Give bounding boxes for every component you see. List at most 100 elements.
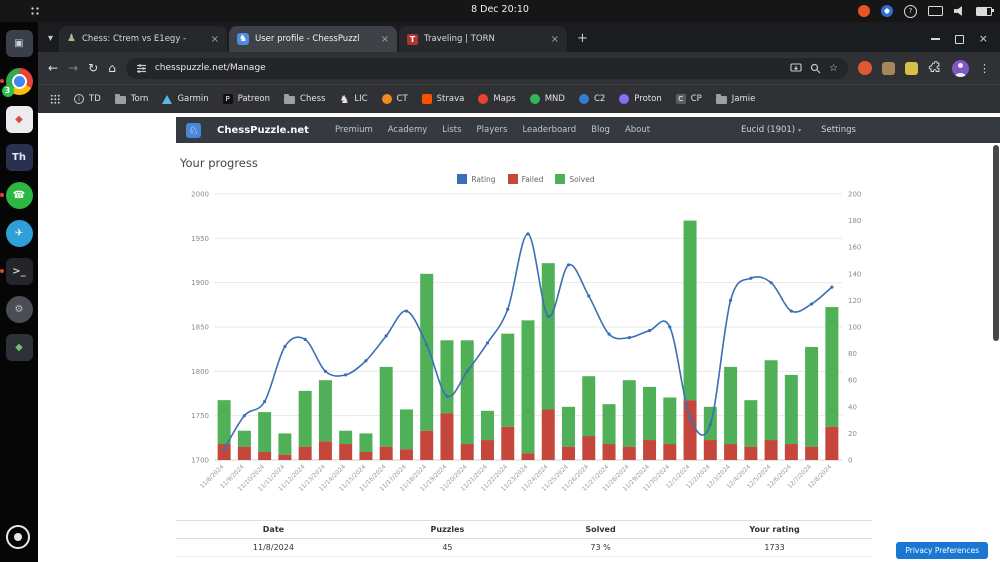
maximize-button[interactable] — [954, 34, 964, 44]
extension-app[interactable]: ◆ — [5, 106, 33, 133]
system-clock[interactable]: 8 Dec 20:10 — [471, 4, 529, 15]
svg-text:0: 0 — [848, 457, 852, 465]
table-header-row: Date Puzzles Solved Your rating — [176, 520, 872, 539]
site-logo-icon[interactable]: ♘ — [186, 122, 201, 138]
profile-avatar[interactable] — [952, 59, 969, 77]
nav-item-academy[interactable]: Academy — [388, 125, 427, 135]
nav-item-lists[interactable]: Lists — [442, 125, 461, 135]
whatsapp-app[interactable]: ☎ — [0, 182, 33, 209]
tray-blue-icon[interactable] — [881, 5, 893, 17]
scrollbar-thumb[interactable] — [993, 145, 999, 341]
new-tab-button[interactable]: + — [577, 31, 588, 46]
show-apps-icon — [5, 525, 30, 549]
tab-close-icon[interactable]: × — [381, 34, 389, 45]
back-icon[interactable]: ← — [48, 61, 58, 75]
bookmark-ct[interactable]: CT — [381, 94, 408, 104]
chrome-browser[interactable]: 3 — [0, 68, 33, 97]
nav-item-leaderboard[interactable]: Leaderboard — [522, 125, 576, 135]
forward-icon[interactable]: → — [68, 61, 78, 75]
address-bar[interactable]: chesspuzzle.net/Manage ☆ — [125, 57, 848, 79]
browser-menu-icon[interactable]: ⋮ — [979, 62, 990, 75]
nav-item-blog[interactable]: Blog — [591, 125, 610, 135]
info-icon: i — [74, 94, 84, 104]
chart-canvas: 1700 1750 1800 1850 1900 1950 2000 0 20 40 60 80 100… — [191, 191, 861, 493]
bookmark-td[interactable]: i TD — [74, 94, 101, 104]
browser-tab[interactable]: ♟ Chess: Ctrem vs E1egy - × — [59, 26, 228, 52]
bookmark-torn[interactable]: Torn — [114, 94, 148, 104]
running-indicator — [0, 269, 4, 273]
browser-tab[interactable]: ♞ User profile - ChessPuzzl × — [229, 26, 398, 52]
software-center-app[interactable]: ◆ — [5, 334, 33, 361]
bookmark-c2[interactable]: C2 — [578, 94, 605, 104]
tab-search-icon[interactable]: ▾ — [48, 33, 53, 44]
ddg-extension-icon[interactable] — [858, 61, 872, 75]
browser-window: ▾ ♟ Chess: Ctrem vs E1egy - × ♞ User profile… — [38, 22, 1000, 562]
show-apps[interactable] — [5, 525, 33, 552]
browser-tab[interactable]: T Traveling | TORN × — [399, 26, 568, 52]
user-menu[interactable]: Eucid (1901) ▾ — [741, 125, 801, 135]
battery-icon[interactable] — [976, 6, 994, 16]
svg-text:1800: 1800 — [191, 368, 209, 376]
privacy-preferences-button[interactable]: Privacy Preferences — [896, 542, 988, 559]
bookmark-maps[interactable]: Maps — [478, 94, 516, 104]
patreon-icon: P — [222, 94, 233, 104]
install-icon[interactable] — [790, 62, 802, 74]
close-window-button[interactable]: × — [979, 33, 988, 44]
tab-close-icon[interactable]: × — [211, 34, 219, 45]
nav-item-premium[interactable]: Premium — [335, 125, 373, 135]
nav-item-about[interactable]: About — [625, 125, 650, 135]
system-top-bar: 8 Dec 20:10 ? — [0, 0, 1000, 22]
site-settings-icon[interactable] — [136, 63, 147, 74]
thunderbird-app[interactable]: Th — [5, 144, 33, 171]
column-header: Date — [176, 520, 371, 539]
bookmark-strava[interactable]: Strava — [421, 94, 464, 104]
url-text[interactable]: chesspuzzle.net/Manage — [155, 63, 782, 73]
legend-swatch — [507, 174, 518, 184]
bookmark-chess[interactable]: Chess — [284, 94, 325, 104]
reload-icon[interactable]: ↻ — [88, 61, 98, 75]
extensions-puzzle-icon[interactable] — [928, 61, 942, 75]
zoom-icon[interactable] — [810, 63, 821, 74]
bookmark-proton[interactable]: Proton — [619, 94, 662, 104]
bookmark-star-icon[interactable]: ☆ — [829, 63, 838, 74]
legend-rating[interactable]: Rating — [457, 174, 496, 184]
bookmark-garmin[interactable]: Garmin — [162, 94, 209, 104]
nav-settings[interactable]: Settings — [821, 125, 856, 135]
apps-grid-icon[interactable] — [50, 94, 60, 104]
svg-text:1950: 1950 — [191, 235, 209, 243]
screenshot-tool-app[interactable]: ▣ — [5, 30, 33, 57]
home-icon[interactable]: ⌂ — [108, 61, 116, 75]
terminal-app[interactable]: >_ — [0, 258, 33, 285]
bookmark-label: Patreon — [237, 94, 271, 104]
minimize-button[interactable] — [930, 38, 940, 40]
nav-item-players[interactable]: Players — [477, 125, 508, 135]
settings-app[interactable]: ⚙ — [5, 296, 33, 323]
garmin-icon — [162, 94, 173, 104]
activities-indicator[interactable] — [30, 6, 40, 16]
volume-icon[interactable] — [954, 6, 962, 16]
proton-icon — [619, 94, 630, 104]
bookmark-cp[interactable]: C CP — [675, 94, 702, 104]
notification-badge: 3 — [1, 85, 14, 97]
legend-failed[interactable]: Failed — [507, 174, 543, 184]
bookmark-patreon[interactable]: P Patreon — [222, 94, 271, 104]
column-header: Solved — [523, 520, 678, 539]
svg-text:1900: 1900 — [191, 279, 209, 287]
keyboard-icon[interactable] — [928, 6, 943, 16]
legend-solved[interactable]: Solved — [555, 174, 595, 184]
tray-orange-icon[interactable] — [858, 5, 870, 17]
screenshot-tool-app-icon: ▣ — [5, 30, 33, 57]
extension-a-icon[interactable] — [882, 61, 895, 75]
bookmark-jamie[interactable]: Jamie — [715, 94, 755, 104]
page-scrollbar[interactable] — [993, 113, 999, 562]
svg-text:200: 200 — [848, 191, 861, 199]
telegram-app[interactable]: ✈ — [5, 220, 33, 247]
bookmark-lic[interactable]: ♞ LIC — [339, 93, 367, 106]
help-icon[interactable]: ? — [904, 4, 917, 18]
bookmark-mnd[interactable]: MND — [529, 94, 565, 104]
tab-close-icon[interactable]: × — [551, 34, 559, 45]
extension-b-icon[interactable] — [905, 61, 918, 75]
page-content: Your progress Rating Failed Solved 1700 175… — [176, 156, 876, 557]
site-brand[interactable]: ChessPuzzle.net — [217, 125, 309, 136]
svg-text:60: 60 — [848, 377, 857, 385]
